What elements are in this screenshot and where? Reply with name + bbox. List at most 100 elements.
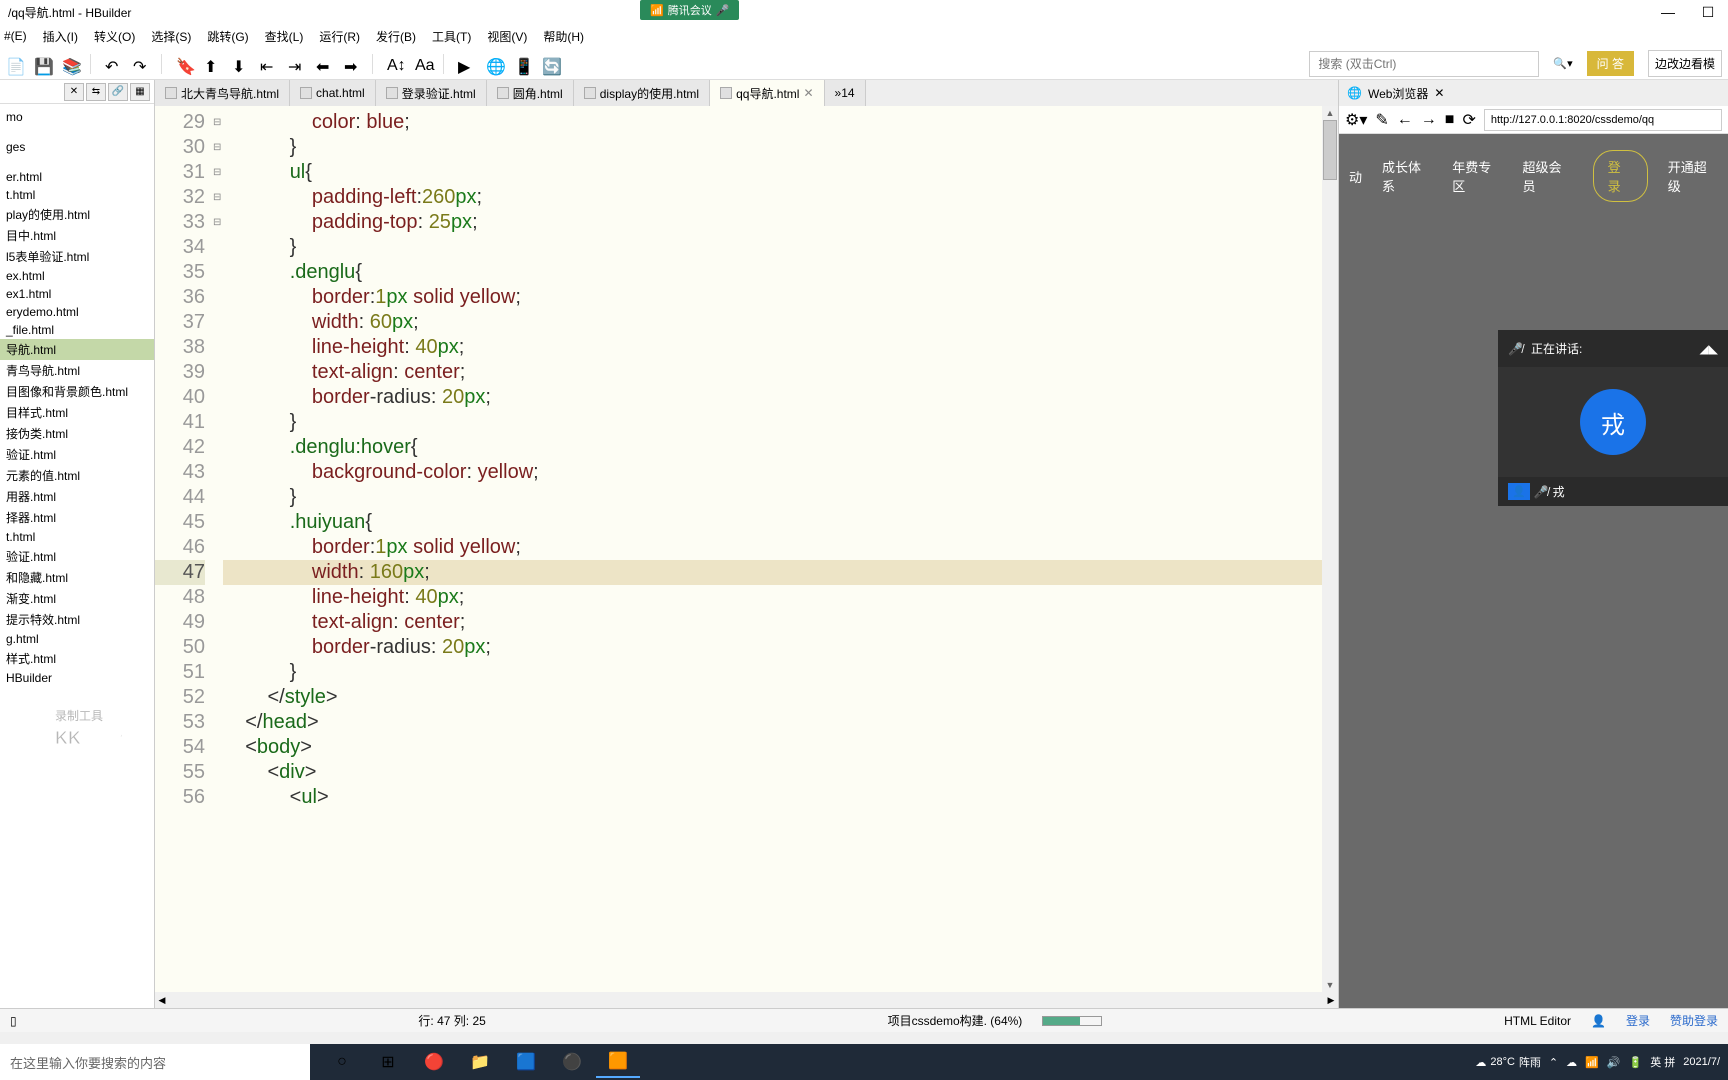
file-item[interactable]: g.html: [0, 630, 154, 648]
search-input[interactable]: [1309, 51, 1539, 77]
file-item[interactable]: 渐变.html: [0, 588, 154, 609]
refresh-icon[interactable]: ⟳: [1462, 110, 1475, 130]
menu-item[interactable]: 插入(I): [43, 28, 78, 45]
login-button[interactable]: 登录: [1593, 150, 1648, 202]
scroll-left-icon[interactable]: ◀: [155, 992, 169, 1008]
folder-item[interactable]: mo: [0, 108, 154, 126]
indent-left-icon[interactable]: ⇤: [260, 57, 274, 71]
editor-body[interactable]: 2930313233343536373839404142434445464748…: [155, 106, 1338, 992]
menu-item[interactable]: 转义(O): [94, 28, 135, 45]
link-icon[interactable]: 🔗: [108, 83, 128, 101]
nav-item[interactable]: 开通超级: [1668, 157, 1718, 195]
file-item[interactable]: play的使用.html: [0, 204, 154, 225]
weather-widget[interactable]: ☁ 28°C 阵雨: [1475, 1054, 1541, 1070]
chrome-icon[interactable]: 🔴: [412, 1046, 456, 1078]
file-item[interactable]: 用器.html: [0, 486, 154, 507]
close-tab-icon[interactable]: ✕: [803, 86, 813, 100]
scroll-thumb[interactable]: [1323, 120, 1337, 180]
scroll-track[interactable]: [169, 992, 1324, 1008]
format-icon[interactable]: Aa: [415, 57, 429, 71]
undo-icon[interactable]: ↶: [105, 57, 119, 71]
outdent-icon[interactable]: ⬅: [316, 57, 330, 71]
volume-icon[interactable]: 🔊: [1607, 1056, 1621, 1069]
view-mode-icon[interactable]: ▦: [130, 83, 150, 101]
redo-icon[interactable]: ↷: [133, 57, 147, 71]
save-icon[interactable]: 💾: [34, 57, 48, 71]
maximize-button[interactable]: ☐: [1688, 0, 1728, 24]
network-icon[interactable]: 📶: [1585, 1056, 1599, 1069]
menu-item[interactable]: 跳转(G): [207, 28, 248, 45]
menu-item[interactable]: 帮助(H): [543, 28, 584, 45]
editor-tab[interactable]: 登录验证.html: [376, 80, 487, 106]
scroll-right-icon[interactable]: ▶: [1324, 992, 1338, 1008]
file-item[interactable]: _file.html: [0, 321, 154, 339]
edit-icon[interactable]: ✎: [1375, 110, 1388, 130]
file-item[interactable]: 验证.html: [0, 444, 154, 465]
code-content[interactable]: color: blue; } ul{ padding-left:260px; p…: [223, 106, 1322, 992]
editor-tab[interactable]: chat.html: [290, 80, 376, 106]
taskbar-search[interactable]: 在这里输入你要搜索的内容: [0, 1044, 310, 1080]
app-icon[interactable]: ⚫: [550, 1046, 594, 1078]
new-file-icon[interactable]: 📄: [6, 57, 20, 71]
battery-icon[interactable]: 🔋: [1629, 1056, 1643, 1069]
file-item[interactable]: ex1.html: [0, 285, 154, 303]
cortana-icon[interactable]: ○: [320, 1046, 364, 1078]
sponsor-link[interactable]: 赞助登录: [1670, 1012, 1718, 1029]
horizontal-scrollbar[interactable]: ◀ ▶: [155, 992, 1338, 1008]
hbuilder-icon[interactable]: 🟧: [596, 1046, 640, 1078]
run-icon[interactable]: ▶: [458, 57, 472, 71]
editor-tab[interactable]: display的使用.html: [574, 80, 710, 106]
menu-item[interactable]: 运行(R): [319, 28, 360, 45]
file-item[interactable]: 目中.html: [0, 225, 154, 246]
file-item[interactable]: ex.html: [0, 267, 154, 285]
scroll-up-icon[interactable]: ▲: [1322, 106, 1338, 120]
nav-item[interactable]: 年费专区: [1452, 157, 1502, 195]
font-size-icon[interactable]: A↕: [387, 57, 401, 71]
file-item[interactable]: 样式.html: [0, 648, 154, 669]
file-item[interactable]: 提示特效.html: [0, 609, 154, 630]
menu-item[interactable]: 发行(B): [376, 28, 416, 45]
file-explorer-icon[interactable]: 📁: [458, 1046, 502, 1078]
browser-icon[interactable]: 🌐: [486, 57, 500, 71]
menu-item[interactable]: 查找(L): [265, 28, 304, 45]
file-item[interactable]: 目图像和背景颜色.html: [0, 381, 154, 402]
editor-tab[interactable]: 圆角.html: [487, 80, 574, 106]
editor-tab[interactable]: qq导航.html✕: [710, 80, 824, 106]
settings-icon[interactable]: ⚙▾: [1345, 110, 1367, 130]
file-item[interactable]: 接伪类.html: [0, 423, 154, 444]
meeting-badge[interactable]: 📶 腾讯会议 🎤: [640, 0, 739, 20]
file-item[interactable]: 目样式.html: [0, 402, 154, 423]
sync-icon[interactable]: 🔄: [542, 57, 556, 71]
vertical-scrollbar[interactable]: ▲ ▼: [1322, 106, 1338, 992]
date-time[interactable]: 2021/7/: [1683, 1056, 1720, 1068]
stop-icon[interactable]: ■: [1445, 111, 1455, 129]
menu-item[interactable]: 工具(T): [432, 28, 471, 45]
phone-icon[interactable]: 📱: [514, 57, 528, 71]
folder-item[interactable]: ges: [0, 138, 154, 156]
menu-item[interactable]: 选择(S): [151, 28, 191, 45]
search-dropdown-icon[interactable]: 🔍▾: [1553, 57, 1572, 70]
prev-bookmark-icon[interactable]: ⬆: [204, 57, 218, 71]
file-item[interactable]: 导航.html: [0, 339, 154, 360]
nav-item[interactable]: 成长体系: [1382, 157, 1432, 195]
app-icon[interactable]: 🟦: [504, 1046, 548, 1078]
back-icon[interactable]: ←: [1397, 111, 1413, 129]
onedrive-icon[interactable]: ☁: [1566, 1056, 1577, 1069]
collapse-icon[interactable]: ⇆: [86, 83, 106, 101]
url-bar[interactable]: http://127.0.0.1:8020/cssdemo/qq: [1484, 109, 1722, 131]
indent-right-icon[interactable]: ⇥: [288, 57, 302, 71]
file-item[interactable]: t.html: [0, 186, 154, 204]
file-item[interactable]: 验证.html: [0, 546, 154, 567]
menu-item[interactable]: #(E): [4, 29, 27, 43]
file-item[interactable]: l5表单验证.html: [0, 246, 154, 267]
file-item[interactable]: 元素的值.html: [0, 465, 154, 486]
login-link[interactable]: 登录: [1626, 1012, 1650, 1029]
minimize-button[interactable]: —: [1648, 0, 1688, 24]
task-view-icon[interactable]: ⊞: [366, 1046, 410, 1078]
file-item[interactable]: 和隐藏.html: [0, 567, 154, 588]
editor-tab[interactable]: 北大青鸟导航.html: [155, 80, 290, 106]
file-item[interactable]: er.html: [0, 168, 154, 186]
save-all-icon[interactable]: 📚: [62, 57, 76, 71]
close-panel-icon[interactable]: ✕: [64, 83, 84, 101]
nav-item[interactable]: 动: [1349, 167, 1362, 186]
